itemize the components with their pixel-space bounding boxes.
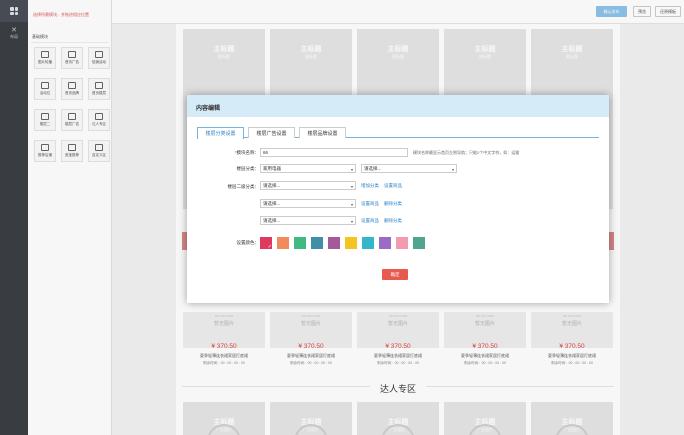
color-swatch[interactable]	[328, 237, 340, 249]
chevron-down-icon: ▾	[350, 184, 353, 189]
chevron-down-icon: ▾	[451, 167, 454, 172]
color-label: 设置颜色：	[236, 240, 260, 245]
color-swatch[interactable]	[294, 237, 306, 249]
color-swatch[interactable]	[396, 237, 408, 249]
floor-category-second-select[interactable]: 请选择... ▾	[361, 164, 457, 173]
dialog-tabs: 楼层分类设置 楼层广告设置 楼层品牌设置	[197, 127, 599, 139]
subcategory-select[interactable]: 请选择... ▾	[260, 216, 356, 225]
subcategory-link[interactable]: 删除分类	[384, 218, 402, 224]
color-swatch[interactable]	[362, 237, 374, 249]
tab-floor-category[interactable]: 楼层分类设置	[197, 127, 244, 139]
subcategory-link[interactable]: 设置商品	[361, 218, 379, 224]
content-edit-dialog: 内容编辑 楼层分类设置 楼层广告设置 楼层品牌设置 *模块名称： 66 模块名称…	[187, 95, 609, 303]
module-name-label: *模块名称：	[199, 150, 259, 156]
module-name-hint: 模块名称最显示首页左侧导航；只能2个中文字符，如：运猫	[413, 150, 520, 155]
subcategory-link[interactable]: 设置商品	[384, 183, 402, 189]
subcategory-value: 请选择...	[263, 218, 281, 223]
subcategory-value: 请选择...	[263, 183, 281, 188]
chevron-down-icon: ▾	[350, 219, 353, 224]
floor-category-select[interactable]: 家用电器 ▾	[260, 164, 356, 173]
module-name-input[interactable]: 66	[260, 148, 408, 157]
floor-subcategory-label: 楼层二级分类：	[227, 184, 260, 189]
floor-category-label: 楼层分类：	[236, 166, 260, 171]
floor-category-value: 家用电器	[263, 166, 281, 171]
floor-category-second-value: 请选择...	[364, 166, 382, 171]
chevron-down-icon: ▾	[350, 202, 353, 207]
confirm-button[interactable]: 确定	[382, 269, 408, 280]
subcategory-select[interactable]: 请选择... ▾	[260, 199, 356, 208]
color-swatch[interactable]	[345, 237, 357, 249]
tab-floor-brand[interactable]: 楼层品牌设置	[299, 127, 346, 138]
tab-floor-ads[interactable]: 楼层广告设置	[248, 127, 295, 138]
subcategory-link[interactable]: 删除分类	[384, 201, 402, 207]
subcategory-value: 请选择...	[263, 201, 281, 206]
dialog-title: 内容编辑	[187, 95, 609, 117]
subcategory-select[interactable]: 请选择... ▾	[260, 181, 356, 190]
subcategory-link[interactable]: 增加分类	[361, 183, 379, 189]
color-swatch[interactable]	[379, 237, 391, 249]
module-name-label-text: 模块名称：	[236, 150, 260, 155]
color-swatch[interactable]	[311, 237, 323, 249]
color-swatch[interactable]	[277, 237, 289, 249]
subcategory-link[interactable]: 设置商品	[361, 201, 379, 207]
color-swatch[interactable]	[413, 237, 425, 249]
color-swatch[interactable]	[260, 237, 272, 250]
chevron-down-icon: ▾	[350, 167, 353, 172]
